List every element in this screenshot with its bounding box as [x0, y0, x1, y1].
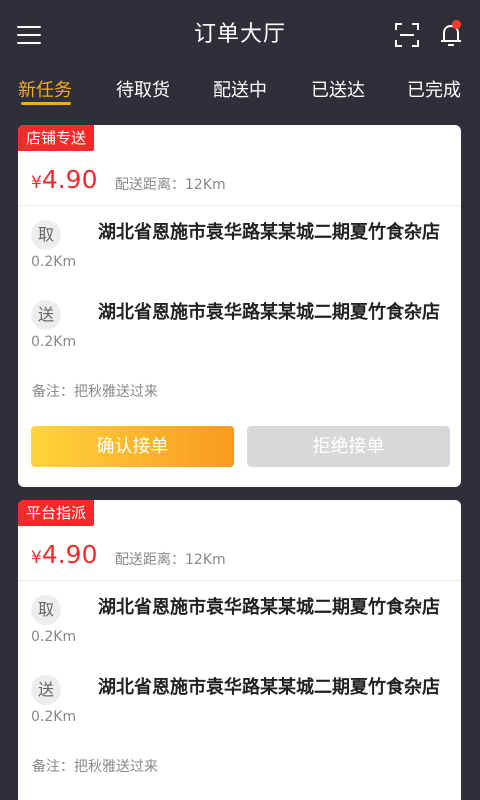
pickup-distance: 0.2Km: [31, 254, 77, 270]
order-remark: 备注：把秋雅送过来: [32, 384, 158, 400]
delivery-info: 送 0.2Km 湖北省恩施市袁华路某某城二期夏竹食杂店: [18, 675, 461, 741]
delivery-distance: 配送距离：12Km: [115, 177, 226, 193]
pickup-info: 取 0.2Km 湖北省恩施市袁华路某某城二期夏竹食杂店: [18, 595, 461, 661]
delivery-distance-value: 0.2Km: [31, 334, 77, 350]
delivery-info: 送 0.2Km 湖北省恩施市袁华路某某城二期夏竹食杂店: [18, 300, 461, 366]
tab-delivering[interactable]: 配送中: [213, 76, 267, 102]
pickup-info: 取 0.2Km 湖北省恩施市袁华路某某城二期夏竹食杂店: [18, 220, 461, 286]
delivery-address: 湖北省恩施市袁华路某某城二期夏竹食杂店: [98, 677, 440, 698]
order-card[interactable]: 平台指派 ¥4.90 配送距离：12Km 取 0.2Km 湖北省恩施市袁华路某某…: [18, 500, 461, 800]
divider: [18, 580, 461, 581]
tab-pending-pickup[interactable]: 待取货: [116, 76, 170, 102]
active-tab-indicator: [21, 102, 71, 105]
pickup-tag: 取: [31, 220, 61, 250]
top-bar: 订单大厅: [0, 0, 480, 70]
tab-delivered[interactable]: 已送达: [311, 76, 365, 102]
pickup-address: 湖北省恩施市袁华路某某城二期夏竹食杂店: [98, 597, 440, 618]
price-value: 4.90: [41, 165, 98, 194]
divider: [18, 205, 461, 206]
pickup-tag: 取: [31, 595, 61, 625]
reject-order-button[interactable]: 拒绝接单: [247, 426, 450, 467]
delivery-tag: 送: [31, 300, 61, 330]
order-type-badge: 店铺专送: [18, 125, 95, 151]
price-value: 4.90: [41, 540, 98, 569]
delivery-address: 湖北省恩施市袁华路某某城二期夏竹食杂店: [98, 302, 440, 323]
accept-order-button[interactable]: 确认接单: [31, 426, 234, 467]
order-card[interactable]: 店铺专送 ¥4.90 配送距离：12Km 取 0.2Km 湖北省恩施市袁华路某某…: [18, 125, 461, 487]
status-tabs: 新任务 待取货 配送中 已送达 已完成: [0, 70, 480, 110]
delivery-distance-value: 0.2Km: [31, 709, 77, 725]
notification-dot: [452, 20, 461, 29]
pickup-address: 湖北省恩施市袁华路某某城二期夏竹食杂店: [98, 222, 440, 243]
notification-bell-icon[interactable]: [435, 18, 467, 50]
app-screen: 订单大厅 新任务 待取货 配送中 已送达 已完成 店铺专送 ¥4.90 配送距离…: [0, 0, 480, 800]
order-type-badge: 平台指派: [18, 500, 95, 526]
currency-symbol: ¥: [31, 173, 42, 193]
order-price: ¥4.90: [31, 540, 98, 569]
pickup-distance: 0.2Km: [31, 629, 77, 645]
delivery-tag: 送: [31, 675, 61, 705]
tab-new-tasks[interactable]: 新任务: [18, 76, 72, 102]
scan-icon[interactable]: [392, 20, 422, 50]
order-remark: 备注：把秋雅送过来: [32, 759, 158, 775]
delivery-distance: 配送距离：12Km: [115, 552, 226, 568]
currency-symbol: ¥: [31, 548, 42, 568]
order-price: ¥4.90: [31, 165, 98, 194]
tab-completed[interactable]: 已完成: [407, 76, 461, 102]
